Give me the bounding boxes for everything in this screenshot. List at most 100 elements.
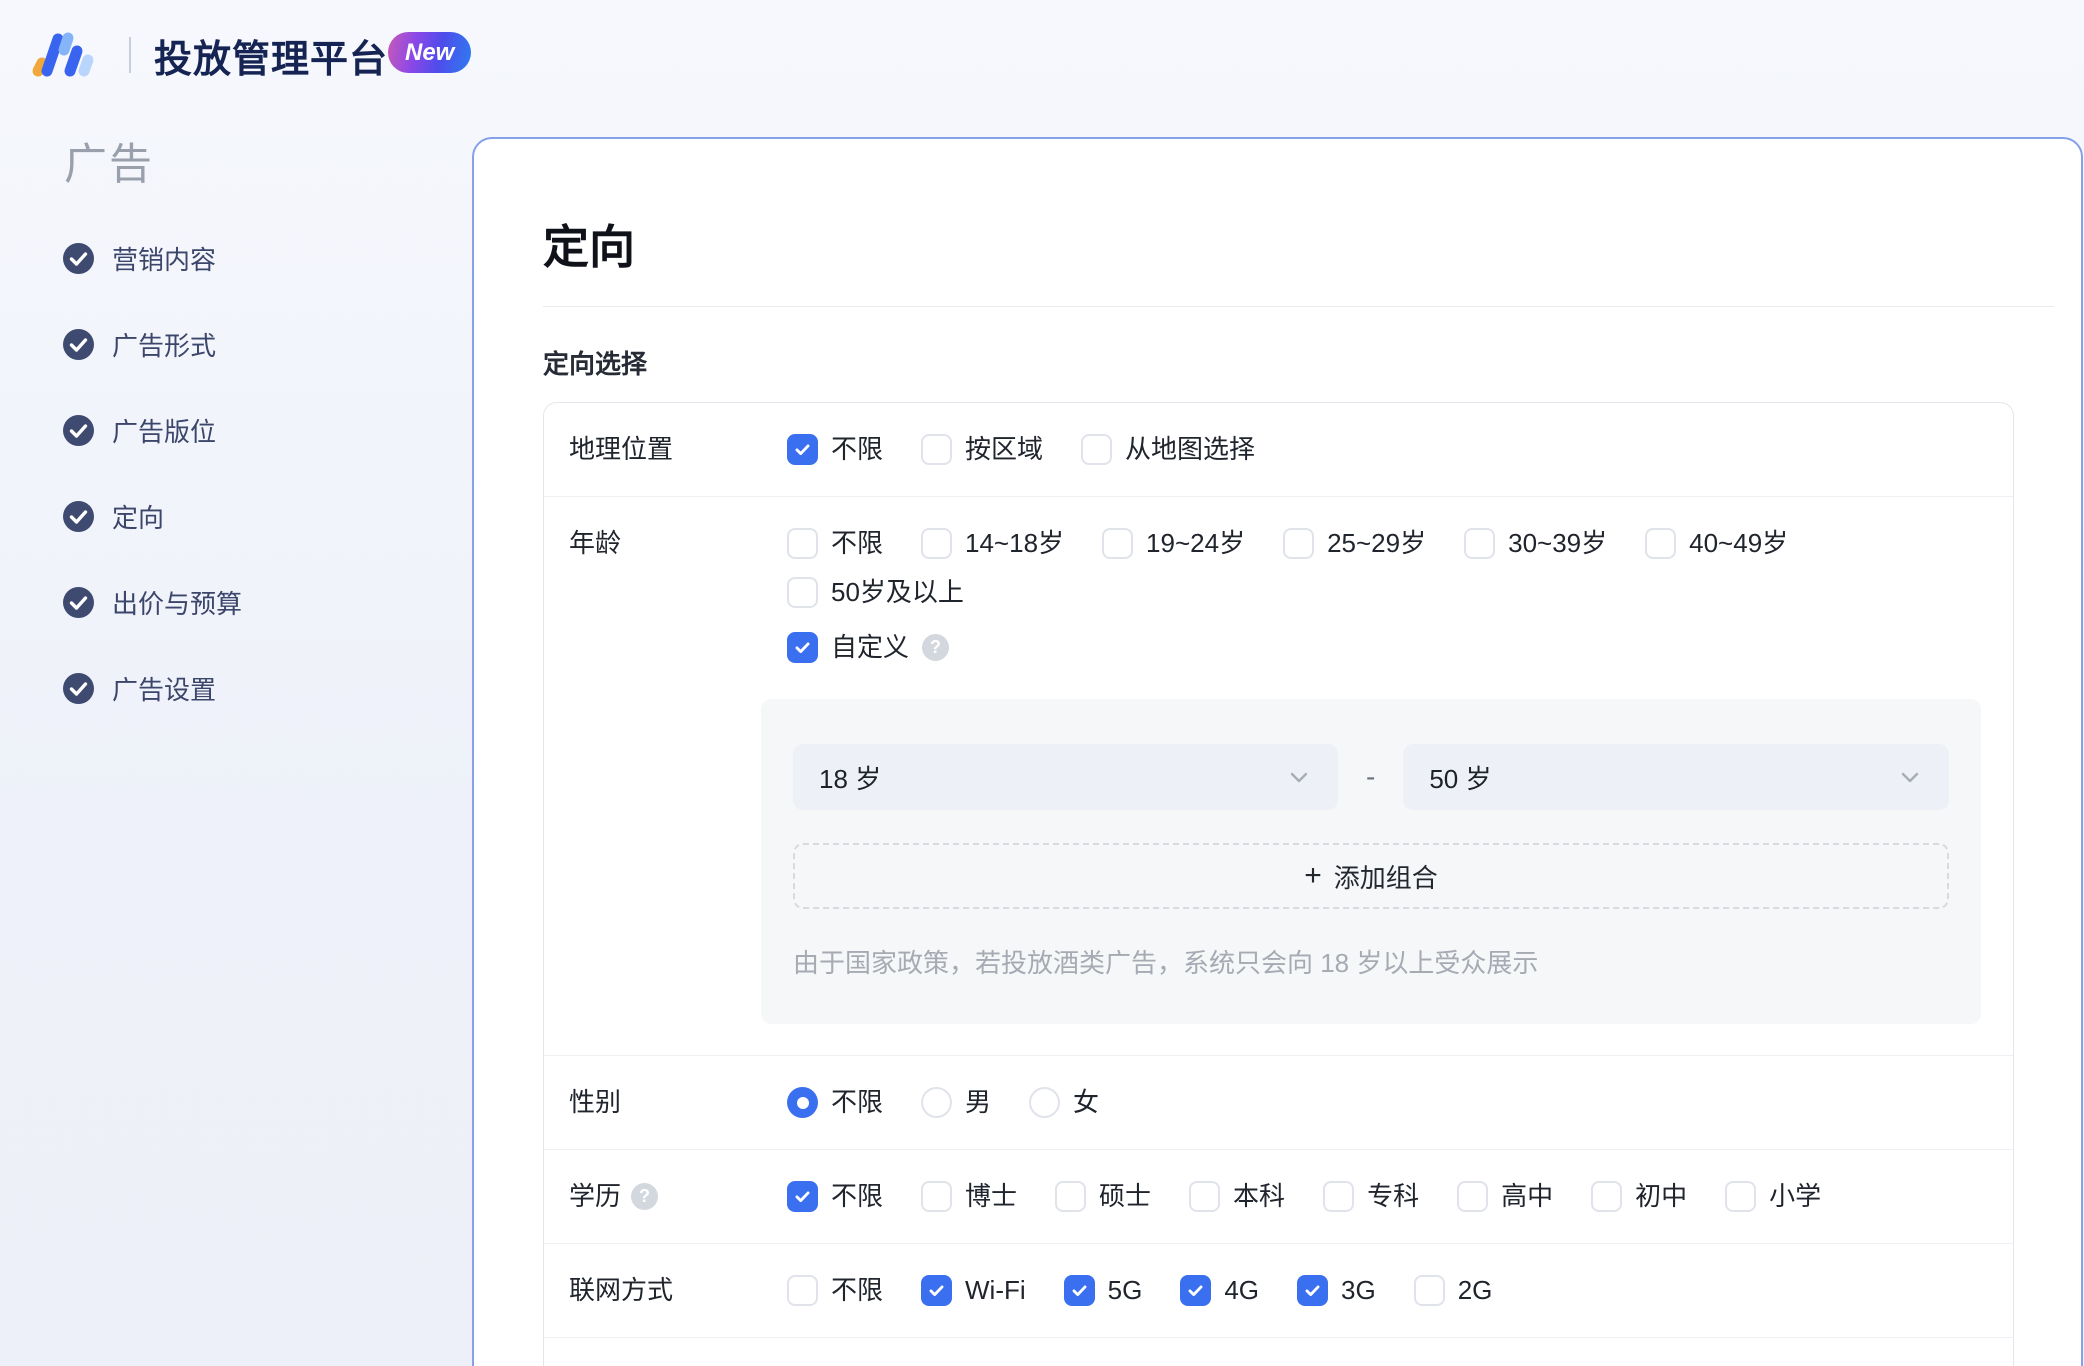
checkbox-unchecked[interactable]: [921, 434, 953, 466]
age-to-select[interactable]: 50 岁: [1403, 744, 1949, 811]
radio-unchecked[interactable]: [921, 1087, 953, 1119]
radio-unchecked[interactable]: [1029, 1087, 1061, 1119]
location-options: 不限 按区域 从地图选择: [787, 434, 1988, 466]
checkbox-option[interactable]: 初中: [1591, 1181, 1687, 1213]
checkbox-checked[interactable]: [921, 1275, 953, 1307]
radio-option[interactable]: 女: [1029, 1087, 1099, 1119]
sidebar-item-label: 营销内容: [112, 245, 217, 275]
checkbox-checked[interactable]: [787, 1181, 818, 1213]
add-combination-button[interactable]: + 添加组合: [793, 843, 1949, 910]
sidebar-item-ad-settings[interactable]: 广告设置: [63, 670, 242, 707]
checkbox-option[interactable]: 自定义?: [787, 632, 950, 664]
checkbox-option[interactable]: 高中: [1457, 1181, 1553, 1213]
age-custom-option: 自定义?: [787, 632, 1988, 664]
age-from-select[interactable]: 18 岁: [793, 744, 1338, 811]
checkbox-unchecked[interactable]: [1189, 1181, 1221, 1213]
checkbox-unchecked[interactable]: [787, 1275, 818, 1307]
checkbox-unchecked[interactable]: [1283, 528, 1315, 560]
help-icon[interactable]: ?: [922, 634, 950, 662]
checkbox-unchecked[interactable]: [1725, 1181, 1757, 1213]
checkbox-unchecked[interactable]: [1102, 528, 1134, 560]
brand-logo-icon: [32, 32, 94, 77]
step-complete-icon: [63, 587, 94, 618]
checkbox-unchecked[interactable]: [787, 577, 818, 609]
section-title: 定向选择: [543, 349, 648, 380]
checkbox-option[interactable]: 30~39岁: [1464, 528, 1607, 560]
checkbox-option[interactable]: 不限: [787, 1275, 883, 1307]
checkbox-option[interactable]: 博士: [921, 1181, 1017, 1213]
sidebar-item-marketing-content[interactable]: 营销内容: [63, 240, 242, 277]
chevron-down-icon: [1290, 772, 1308, 783]
option-label: 不限: [831, 528, 884, 559]
age-policy-note: 由于国家政策，若投放酒类广告，系统只会向 18 岁以上受众展示: [793, 948, 1539, 979]
option-label: 按区域: [965, 434, 1044, 465]
checkbox-option[interactable]: 40~49岁: [1645, 528, 1788, 560]
checkbox-unchecked[interactable]: [921, 528, 953, 560]
checkbox-option[interactable]: 14~18岁: [921, 528, 1064, 560]
page-title: 定向: [543, 220, 635, 273]
sidebar-item-ad-format[interactable]: 广告形式: [63, 326, 242, 363]
checkbox-option[interactable]: 按区域: [921, 434, 1044, 466]
row-label-network: 联网方式: [569, 1275, 674, 1306]
checkbox-checked[interactable]: [1063, 1275, 1095, 1307]
checkbox-unchecked[interactable]: [1413, 1275, 1445, 1307]
targeting-form: 地理位置 不限 按区域 从地图选择 年龄 不限 14~18岁 19~24岁 25~29岁 3…: [543, 402, 2014, 1366]
checkbox-option[interactable]: 从地图选择: [1081, 434, 1255, 466]
checkbox-option[interactable]: 不限: [787, 434, 884, 466]
checkbox-unchecked[interactable]: [1081, 434, 1113, 466]
radio-checked[interactable]: [787, 1087, 818, 1119]
checkbox-unchecked[interactable]: [1055, 1181, 1087, 1213]
option-label: 不限: [831, 434, 884, 465]
step-complete-icon: [63, 501, 94, 532]
option-label: 2G: [1457, 1275, 1493, 1306]
checkbox-option[interactable]: 专科: [1323, 1181, 1419, 1213]
checkbox-unchecked[interactable]: [1464, 528, 1496, 560]
checkbox-checked[interactable]: [787, 632, 818, 664]
sidebar-item-label: 广告设置: [112, 675, 217, 705]
check-icon: [795, 1191, 810, 1203]
radio-option[interactable]: 男: [921, 1087, 991, 1119]
sidebar-item-ad-placement[interactable]: 广告版位: [63, 412, 242, 449]
option-label: 小学: [1769, 1181, 1822, 1212]
checkbox-unchecked[interactable]: [921, 1181, 953, 1213]
checkbox-option[interactable]: 2G: [1413, 1275, 1493, 1307]
row-label-age: 年龄: [569, 528, 622, 559]
check-icon: [1188, 1285, 1203, 1297]
checkbox-option[interactable]: 不限: [787, 1181, 883, 1213]
checkbox-option[interactable]: 硕士: [1055, 1181, 1151, 1213]
checkbox-option[interactable]: 50岁及以上: [787, 577, 964, 609]
checkbox-checked[interactable]: [787, 434, 818, 466]
sidebar-item-bid-budget[interactable]: 出价与预算: [63, 584, 242, 621]
option-label: 不限: [831, 1087, 884, 1118]
checkbox-unchecked[interactable]: [1457, 1181, 1489, 1213]
radio-option[interactable]: 不限: [787, 1087, 884, 1119]
checkbox-option[interactable]: 小学: [1725, 1181, 1822, 1213]
checkbox-unchecked[interactable]: [1591, 1181, 1623, 1213]
sidebar-item-label: 出价与预算: [112, 589, 243, 619]
help-icon[interactable]: ?: [631, 1183, 659, 1211]
checkbox-option[interactable]: Wi-Fi: [921, 1275, 1026, 1307]
check-icon: [1072, 1285, 1087, 1297]
targeting-card: 定向 定向选择 地理位置 不限 按区域 从地图选择 年龄 不限 14~18岁 19~24…: [472, 137, 2083, 1366]
checkbox-option[interactable]: 4G: [1180, 1275, 1259, 1307]
checkbox-checked[interactable]: [1180, 1275, 1212, 1307]
checkbox-unchecked[interactable]: [1323, 1181, 1355, 1213]
row-label-location: 地理位置: [569, 434, 674, 465]
checkbox-option[interactable]: 19~24岁: [1102, 528, 1246, 560]
age-custom-panel: 18 岁 - 50 岁 + 添加组合 由于国家政策，若投放酒类广告，系统只会向 …: [761, 699, 1981, 1025]
checkbox-option[interactable]: 5G: [1063, 1275, 1142, 1307]
checkbox-unchecked[interactable]: [1645, 528, 1677, 560]
checkbox-option[interactable]: 不限: [787, 528, 884, 560]
plus-icon: +: [1304, 859, 1322, 893]
checkbox-option[interactable]: 本科: [1189, 1181, 1285, 1213]
checkbox-option[interactable]: 3G: [1297, 1275, 1376, 1307]
sidebar-menu: 营销内容 广告形式 广告版位 定向 出价与预算 广告设置: [63, 240, 242, 707]
brand-divider: [129, 37, 131, 73]
form-row-gender: 性别 不限 男 女: [544, 1055, 2013, 1149]
checkbox-checked[interactable]: [1297, 1275, 1329, 1307]
add-combination-label: 添加组合: [1333, 862, 1438, 893]
sidebar-item-targeting[interactable]: 定向: [63, 498, 242, 535]
checkbox-unchecked[interactable]: [787, 528, 818, 560]
checkbox-option[interactable]: 25~29岁: [1283, 528, 1426, 560]
option-label: 19~24岁: [1146, 528, 1246, 559]
